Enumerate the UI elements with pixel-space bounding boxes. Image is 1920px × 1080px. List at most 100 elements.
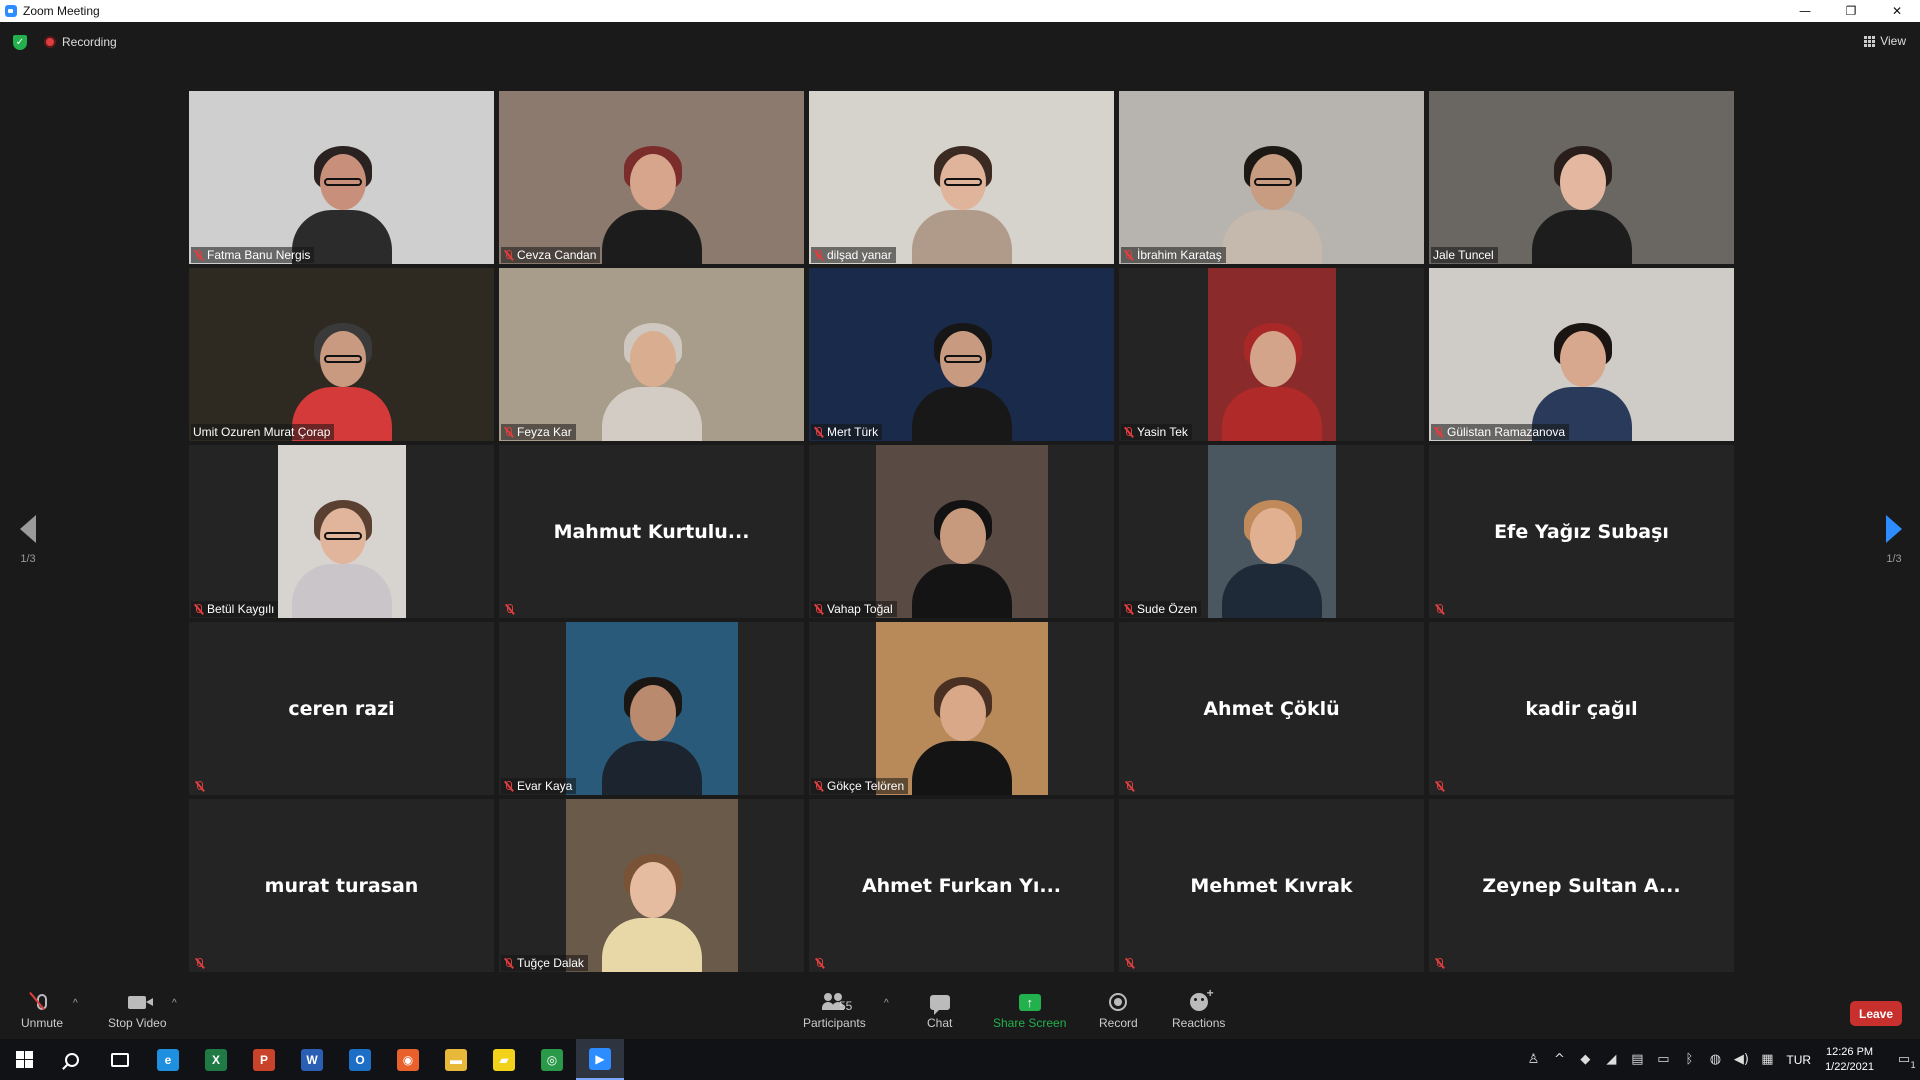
excel-icon[interactable]: X xyxy=(192,1039,240,1080)
clock[interactable]: 12:26 PM 1/22/2021 xyxy=(1825,1045,1874,1075)
app-glyph: e xyxy=(157,1048,179,1071)
volume-icon[interactable]: ◀) xyxy=(1728,1052,1754,1067)
participants-options-caret[interactable]: ^ xyxy=(884,998,889,1009)
participant-name-tag: Gülistan Ramazanova xyxy=(1431,424,1570,440)
participant-tile[interactable]: murat turasan xyxy=(189,799,494,972)
show-hidden-icons[interactable]: ^ xyxy=(1546,1052,1572,1067)
file-explorer-icon[interactable]: ▬ xyxy=(432,1039,480,1080)
participant-tile[interactable]: Mert Türk xyxy=(809,268,1114,441)
share-screen-button[interactable]: ↑ Share Screen xyxy=(993,992,1066,1030)
stop-video-button[interactable]: Stop Video xyxy=(108,992,167,1030)
minimize-button[interactable]: — xyxy=(1782,0,1828,22)
record-button[interactable]: Record xyxy=(1099,992,1138,1030)
app-glyph: ▬ xyxy=(445,1048,467,1071)
participant-figure xyxy=(902,321,1022,441)
participant-tile[interactable]: Mahmut Kurtulu... xyxy=(499,445,804,618)
leave-button[interactable]: Leave xyxy=(1850,1001,1902,1026)
microphone-muted-icon xyxy=(193,249,204,261)
video-options-caret[interactable]: ^ xyxy=(172,998,177,1009)
participant-video xyxy=(189,91,494,264)
participant-tile[interactable]: Mehmet Kıvrak xyxy=(1119,799,1424,972)
participant-tile[interactable]: Gülistan Ramazanova xyxy=(1429,268,1734,441)
sync-icon[interactable]: ◍ xyxy=(1702,1052,1728,1067)
grid-view-icon xyxy=(1864,35,1876,47)
chat-label: Chat xyxy=(927,1016,953,1030)
word-icon[interactable]: W xyxy=(288,1039,336,1080)
participant-tile[interactable]: Betül Kaygılı xyxy=(189,445,494,618)
participant-tile[interactable]: Tuğçe Dalak xyxy=(499,799,804,972)
share-screen-icon: ↑ xyxy=(1018,992,1041,1012)
participant-figure xyxy=(902,498,1022,618)
participant-tile[interactable]: Zeynep Sultan A... xyxy=(1429,799,1734,972)
participant-tile[interactable]: Feyza Kar xyxy=(499,268,804,441)
chat-button[interactable]: Chat xyxy=(927,992,952,1030)
participant-tile[interactable]: ceren razi xyxy=(189,622,494,795)
previous-page-button[interactable]: 1/3 xyxy=(8,515,48,565)
reactions-label: Reactions xyxy=(1172,1016,1226,1030)
participant-tile[interactable]: dilşad yanar xyxy=(809,91,1114,264)
search-icon[interactable] xyxy=(48,1039,96,1080)
people-icon[interactable]: ♙ xyxy=(1520,1052,1546,1067)
app-glyph: O xyxy=(349,1048,371,1071)
edge-icon[interactable]: e xyxy=(144,1039,192,1080)
printer-icon[interactable]: ▤ xyxy=(1624,1052,1650,1067)
participant-tile[interactable]: Efe Yağız Subaşı xyxy=(1429,445,1734,618)
participant-tile[interactable]: Gökçe Telören xyxy=(809,622,1114,795)
audio-options-caret[interactable]: ^ xyxy=(73,998,78,1009)
participant-tile[interactable]: Vahap Toğal xyxy=(809,445,1114,618)
language-indicator[interactable]: TUR xyxy=(1786,1053,1811,1067)
bluetooth-icon[interactable]: ᛒ xyxy=(1676,1052,1702,1067)
participant-figure xyxy=(902,675,1022,795)
view-button[interactable]: View xyxy=(1864,34,1906,48)
notification-icon[interactable]: ▭ 1 xyxy=(1888,1052,1920,1071)
close-button[interactable]: ✕ xyxy=(1874,0,1920,22)
next-page-button[interactable]: 1/3 xyxy=(1874,515,1914,565)
participant-tile[interactable]: İbrahim Karataş xyxy=(1119,91,1424,264)
recording-indicator[interactable]: Recording xyxy=(44,35,117,49)
restore-button[interactable]: ❐ xyxy=(1828,0,1874,22)
sticky-notes-icon[interactable]: ▰ xyxy=(480,1039,528,1080)
participant-tile[interactable]: Umit Ozuren Murat Çorap xyxy=(189,268,494,441)
network-icon[interactable]: ◢ xyxy=(1598,1052,1624,1067)
firefox-icon[interactable]: ◉ xyxy=(384,1039,432,1080)
participants-button[interactable]: Participants 55 xyxy=(803,992,866,1030)
participant-name: murat turasan xyxy=(264,875,419,897)
shield-check-icon[interactable]: ✓ xyxy=(13,35,27,50)
participant-tile[interactable]: Cevza Candan xyxy=(499,91,804,264)
participants-label: Participants xyxy=(803,1016,866,1030)
view-label: View xyxy=(1880,34,1906,48)
participant-name-tag: Feyza Kar xyxy=(501,424,576,440)
reactions-button[interactable]: Reactions xyxy=(1172,986,1226,1030)
participant-video xyxy=(277,445,406,618)
dropbox-icon[interactable]: ◆ xyxy=(1572,1052,1598,1067)
participant-tile[interactable]: Evar Kaya xyxy=(499,622,804,795)
participant-tile[interactable]: Ahmet Çöklü xyxy=(1119,622,1424,795)
participant-name-tag: Fatma Banu Nergis xyxy=(191,247,315,263)
participant-name: Zeynep Sultan A... xyxy=(1482,875,1681,897)
drive-icon[interactable]: ▭ xyxy=(1650,1052,1676,1067)
participant-tile[interactable]: Ahmet Furkan Yı... xyxy=(809,799,1114,972)
participant-figure xyxy=(1522,321,1642,441)
windows-start-icon[interactable] xyxy=(0,1039,48,1080)
app-glyph: ◎ xyxy=(541,1048,563,1071)
search-glyph xyxy=(65,1052,79,1067)
participant-tile[interactable]: Sude Özen xyxy=(1119,445,1424,618)
participant-tile[interactable]: Yasin Tek xyxy=(1119,268,1424,441)
participant-name: Mahmut Kurtulu... xyxy=(553,521,750,543)
app-glyph: W xyxy=(301,1048,323,1071)
participant-name: İbrahim Karataş xyxy=(1137,248,1222,262)
powerpoint-icon[interactable]: P xyxy=(240,1039,288,1080)
participant-tile[interactable]: kadir çağıl xyxy=(1429,622,1734,795)
task-view-icon[interactable] xyxy=(96,1039,144,1080)
participants-count: 55 xyxy=(839,999,853,1013)
participant-tile[interactable]: Jale Tuncel xyxy=(1429,91,1734,264)
zoom-taskbar-icon[interactable]: ▶ xyxy=(576,1039,624,1080)
microphone-muted-icon xyxy=(1124,781,1135,792)
participant-video xyxy=(499,268,804,441)
unmute-button[interactable]: Unmute xyxy=(21,991,63,1030)
app-glyph: X xyxy=(205,1048,227,1071)
participant-tile[interactable]: Fatma Banu Nergis xyxy=(189,91,494,264)
keyboard-icon[interactable]: ▦ xyxy=(1754,1052,1780,1067)
chrome-icon[interactable]: ◎ xyxy=(528,1039,576,1080)
outlook-icon[interactable]: O xyxy=(336,1039,384,1080)
